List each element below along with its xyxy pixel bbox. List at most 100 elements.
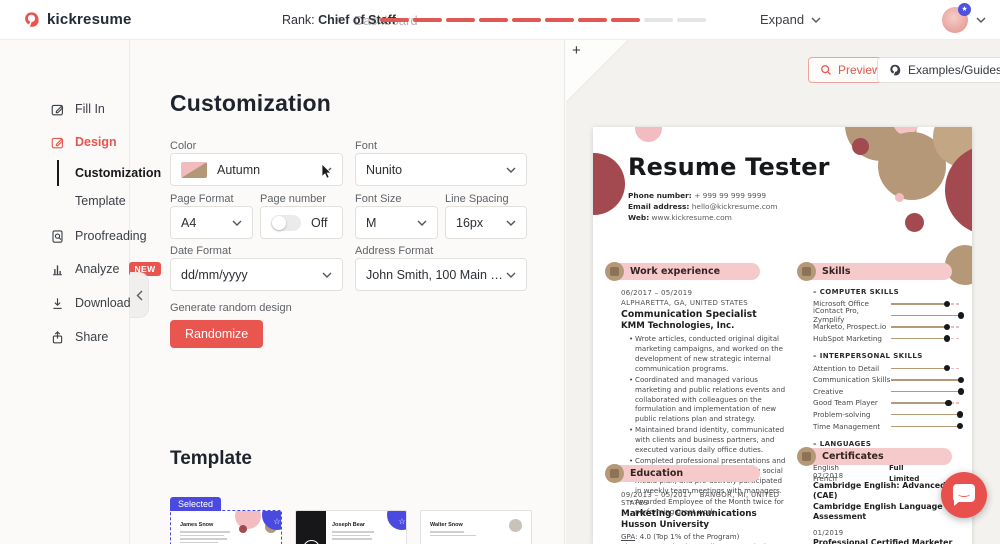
sidebar-item-analyze[interactable]: Analyze NEW xyxy=(0,257,130,281)
rank-progress-segment xyxy=(677,18,706,22)
font-size-select[interactable]: M xyxy=(355,206,438,239)
chevron-down-icon xyxy=(506,220,516,226)
randomize-button[interactable]: Randomize xyxy=(170,320,263,348)
education-section-header: Education xyxy=(608,465,760,482)
magnifier-icon xyxy=(820,64,832,76)
rank-progress-segment xyxy=(479,18,508,22)
sidebar: Fill In Design Customization Template Pr… xyxy=(0,40,130,544)
page-format-select[interactable]: A4 xyxy=(170,206,253,239)
rank-progress-segment xyxy=(611,18,640,22)
template-card-walter-snow[interactable]: Walter Snow xyxy=(420,510,532,544)
chevron-down-icon xyxy=(322,167,332,173)
sidebar-item-template[interactable]: Template xyxy=(0,190,130,212)
date-format-select[interactable]: dd/mm/yyyy xyxy=(170,258,343,291)
languages-group-title: – LANGUAGES xyxy=(813,440,961,448)
logo-text: kickresume xyxy=(47,11,132,28)
sidebar-item-share[interactable]: Share xyxy=(0,325,130,349)
work-experience-section-header: Work experience xyxy=(608,263,760,280)
star-icon: ☆ xyxy=(387,510,407,530)
top-bar: kickresume ‹ Dashboard Rank: Chief of St… xyxy=(0,0,1000,40)
selected-badge: Selected xyxy=(170,497,221,511)
decor-circle xyxy=(593,153,625,215)
line-spacing-select[interactable]: 16px xyxy=(445,206,527,239)
jb-logo: J×B xyxy=(296,511,326,544)
skill-row: Communication Skills xyxy=(813,374,961,386)
template-section-title: Template xyxy=(170,448,252,470)
template-card-joseph-bear[interactable]: J×B Joseph Bear ☆ xyxy=(295,510,407,544)
download-icon xyxy=(50,296,65,311)
sidebar-item-customization[interactable]: Customization xyxy=(0,162,130,184)
decor-circle xyxy=(635,127,662,142)
rank-progress-bar xyxy=(380,18,706,22)
avatar-thumbnail xyxy=(509,519,522,532)
resume-page: Resume Tester Phone number: + 999 99 999… xyxy=(593,127,972,544)
skill-row: HubSpot Marketing xyxy=(813,333,961,345)
avatar-level-badge: ★ xyxy=(958,3,971,16)
document-magnifier-icon xyxy=(50,229,65,244)
chat-launcher-button[interactable] xyxy=(941,472,987,518)
skill-row: Attention to Detail xyxy=(813,362,961,374)
rank-progress-segment xyxy=(380,18,409,22)
decor-circle xyxy=(852,138,869,155)
page-number-toggle-field: Off xyxy=(260,206,343,239)
skill-row: iContact Pro, Zymplify xyxy=(813,310,961,322)
pencil-square-icon xyxy=(50,135,65,150)
customization-panel: Customization Color Autumn Font Nunito P… xyxy=(130,40,565,544)
skill-row: Marketo, Prospect.io xyxy=(813,321,961,333)
chevron-down-icon xyxy=(506,167,516,173)
sidebar-item-download[interactable]: Download xyxy=(0,291,130,315)
random-design-label: Generate random design xyxy=(170,302,292,314)
certificate-icon xyxy=(797,447,816,466)
sidebar-collapse-button[interactable] xyxy=(130,272,149,318)
skill-row: Time Management xyxy=(813,420,961,432)
font-select[interactable]: Nunito xyxy=(355,153,527,186)
color-select[interactable]: Autumn xyxy=(170,153,343,186)
expand-button[interactable]: Expand xyxy=(760,12,821,27)
page-format-label: Page Format xyxy=(170,193,234,205)
rank-progress-segment xyxy=(644,18,673,22)
kickresume-logo-icon xyxy=(22,10,41,29)
rank-text: Rank: Chief of Staff xyxy=(282,13,396,27)
pencil-square-icon xyxy=(50,102,65,117)
rank-progress-segment xyxy=(578,18,607,22)
education-section: Education 09/2013 – 05/2017 BANGOR, MI, … xyxy=(606,465,790,544)
font-label: Font xyxy=(355,140,377,152)
kickresume-swirl-icon xyxy=(888,63,902,77)
skill-row: Problem-solving xyxy=(813,409,961,421)
sidebar-item-proofreading[interactable]: Proofreading xyxy=(0,224,130,248)
address-format-select[interactable]: John Smith, 100 Main St, Seat... xyxy=(355,258,527,291)
kickresume-logo[interactable]: kickresume xyxy=(22,10,132,29)
date-format-label: Date Format xyxy=(170,245,231,257)
template-card-james-snow[interactable]: James Snow ☆ xyxy=(170,510,282,544)
graduation-icon xyxy=(605,464,624,483)
examples-guides-button[interactable]: Examples/Guides xyxy=(877,57,1000,83)
chevron-down-icon xyxy=(417,220,427,226)
resume-preview-panel: + Preview Examples/Guides Resume Tester … xyxy=(566,40,1000,544)
page-number-toggle[interactable] xyxy=(271,215,301,231)
line-spacing-label: Line Spacing xyxy=(445,193,509,205)
color-label: Color xyxy=(170,140,196,152)
certificates-section: Certificates 02/2018 Cambridge English: … xyxy=(798,448,961,544)
sidebar-item-design[interactable]: Design xyxy=(0,130,130,154)
chevron-down-icon xyxy=(811,17,821,23)
chevron-down-icon xyxy=(506,272,516,278)
avatar[interactable]: ★ xyxy=(942,7,968,33)
tools-icon xyxy=(797,262,816,281)
decor-circle xyxy=(905,213,924,232)
briefcase-icon xyxy=(605,262,624,281)
resume-contact: Phone number: + 999 99 999 9999 Email ad… xyxy=(628,190,777,223)
rank-progress-segment xyxy=(512,18,541,22)
sidebar-item-fill-in[interactable]: Fill In xyxy=(0,97,130,121)
rank-progress-segment xyxy=(545,18,574,22)
skills-group-title: – COMPUTER SKILLS xyxy=(813,288,961,296)
address-format-label: Address Format xyxy=(355,245,433,257)
zoom-in-button[interactable]: + xyxy=(572,42,581,59)
color-swatch xyxy=(181,162,207,178)
chevron-down-icon xyxy=(232,220,242,226)
chevron-down-icon xyxy=(322,272,332,278)
education-entry: 09/2013 – 05/2017 BANGOR, MI, UNITED STA… xyxy=(621,491,790,544)
page-title: Customization xyxy=(170,90,331,117)
bar-chart-icon xyxy=(50,262,65,277)
resume-name: Resume Tester xyxy=(628,153,830,181)
account-chevron-down-icon[interactable] xyxy=(976,17,986,23)
